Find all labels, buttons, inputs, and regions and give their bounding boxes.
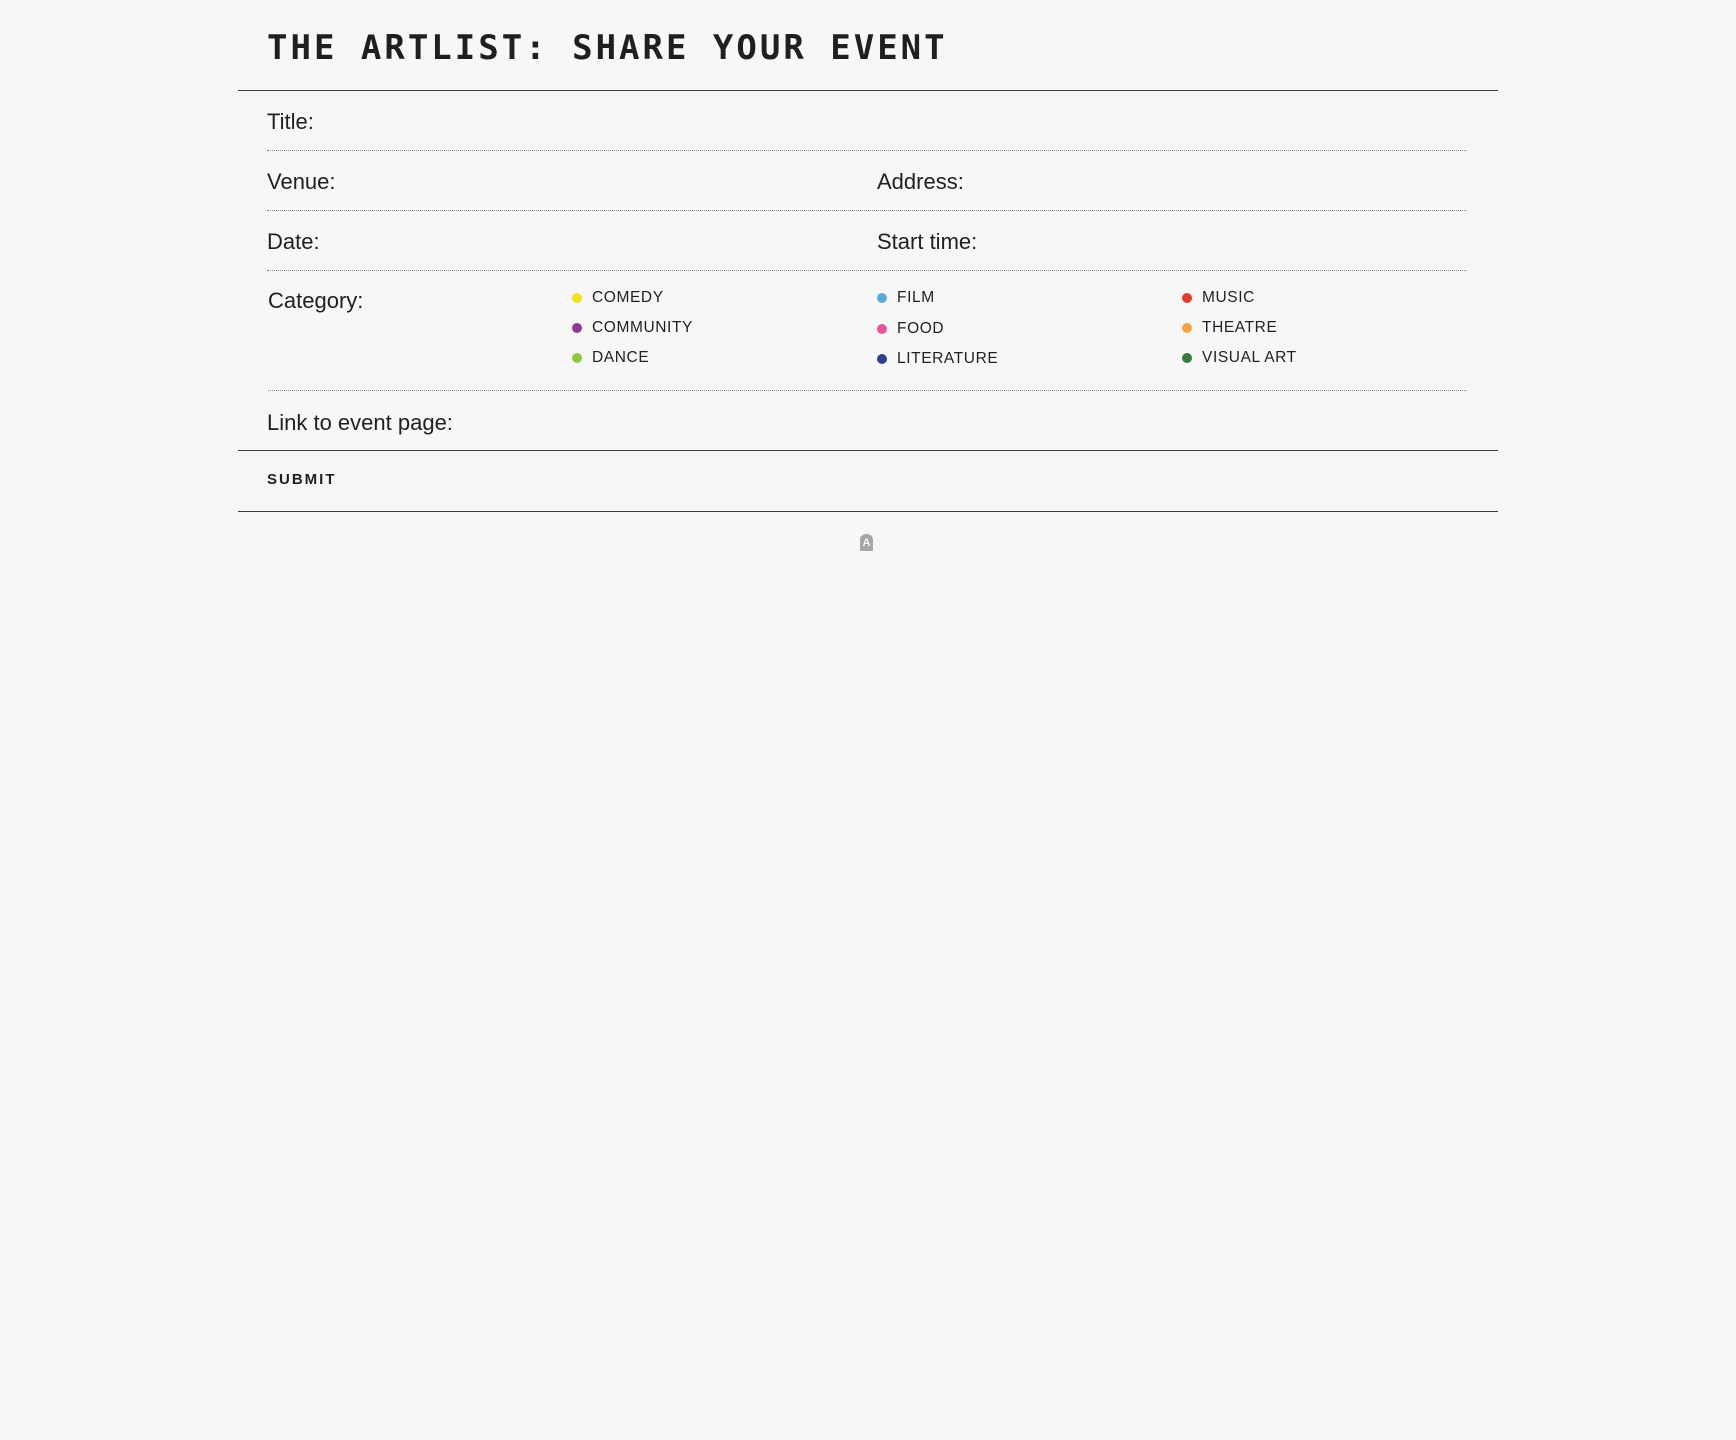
category-option-label: MUSIC — [1202, 289, 1255, 306]
category-option-literature[interactable]: LITERATURE — [877, 348, 998, 370]
category-option-dance[interactable]: DANCE — [572, 347, 649, 369]
address-label: Address: — [877, 169, 964, 194]
category-row: Category: COMEDY COMMUNITY DANCE FILM FO… — [238, 271, 1498, 390]
category-option-label: VISUAL ART — [1202, 349, 1297, 366]
food-dot-icon — [877, 324, 887, 334]
link-label: Link to event page: — [267, 410, 453, 435]
submit-button[interactable]: SUBMIT — [267, 471, 337, 488]
venue-address-row: Venue: Address: — [238, 151, 1498, 210]
date-input[interactable] — [338, 225, 832, 259]
venue-label: Venue: — [267, 169, 336, 194]
venue-input[interactable] — [350, 165, 834, 199]
category-option-label: LITERATURE — [897, 350, 999, 367]
category-option-label: COMMUNITY — [592, 319, 693, 336]
date-time-row: Date: Start time: — [238, 211, 1498, 270]
dance-dot-icon — [572, 353, 582, 363]
literature-dot-icon — [877, 354, 887, 364]
title-row: Title: — [238, 91, 1498, 150]
submit-row: SUBMIT — [238, 451, 1498, 511]
event-form-container: THE ARTLIST: SHARE YOUR EVENT Title: Ven… — [238, 0, 1498, 512]
category-option-label: COMEDY — [592, 289, 664, 306]
category-option-label: DANCE — [592, 349, 650, 366]
category-option-comedy[interactable]: COMEDY — [572, 287, 664, 309]
category-option-food[interactable]: FOOD — [877, 318, 944, 340]
start-time-label: Start time: — [877, 229, 978, 254]
theatre-dot-icon — [1182, 323, 1192, 333]
community-dot-icon — [572, 323, 582, 333]
title-input[interactable] — [338, 105, 1462, 139]
comedy-dot-icon — [572, 293, 582, 303]
category-option-community[interactable]: COMMUNITY — [572, 317, 693, 339]
artlist-logo-icon: A — [860, 534, 873, 551]
category-option-film[interactable]: FILM — [877, 287, 935, 309]
start-time-input[interactable] — [998, 225, 1462, 259]
category-option-music[interactable]: MUSIC — [1182, 287, 1255, 309]
visual-art-dot-icon — [1182, 353, 1192, 363]
address-input[interactable] — [978, 165, 1462, 199]
category-label: Category: — [268, 288, 364, 313]
category-option-visual-art[interactable]: VISUAL ART — [1182, 347, 1297, 369]
film-dot-icon — [877, 293, 887, 303]
link-row: Link to event page: — [238, 391, 1498, 450]
page-title: THE ARTLIST: SHARE YOUR EVENT — [267, 28, 948, 68]
category-option-label: THEATRE — [1202, 319, 1278, 336]
footer-divider — [238, 511, 1498, 512]
category-option-label: FOOD — [897, 320, 945, 337]
category-option-theatre[interactable]: THEATRE — [1182, 317, 1277, 339]
category-option-label: FILM — [897, 289, 935, 306]
event-link-input[interactable] — [463, 405, 1462, 439]
title-label: Title: — [267, 109, 314, 134]
date-label: Date: — [267, 229, 320, 254]
music-dot-icon — [1182, 293, 1192, 303]
